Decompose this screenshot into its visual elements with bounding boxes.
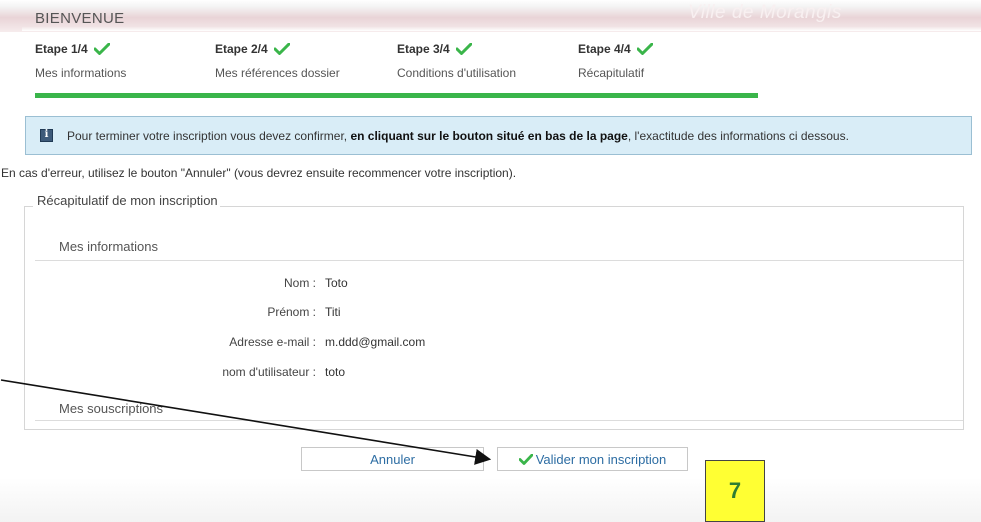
check-icon	[518, 453, 533, 465]
field-label-prenom: Prénom :	[267, 305, 316, 319]
validate-button[interactable]: Valider mon inscription	[497, 447, 688, 471]
step-3: Etape 3/4 Conditions d'utilisation	[397, 42, 516, 80]
check-icon	[273, 43, 290, 55]
step-4-subtitle: Récapitulatif	[578, 66, 645, 80]
field-value-username: toto	[325, 365, 346, 379]
page-title: BIENVENUE	[35, 10, 125, 27]
progress-bar	[35, 93, 758, 98]
field-label-username: nom d'utilisateur :	[222, 365, 316, 379]
check-icon	[93, 43, 110, 55]
cancel-button[interactable]: Annuler	[301, 447, 484, 471]
step-4: Etape 4/4 Récapitulatif	[578, 42, 653, 80]
footer-band	[0, 478, 981, 522]
step-2-subtitle: Mes références dossier	[215, 66, 340, 80]
wizard-steps: Etape 1/4 Mes informations Etape 2/4 Mes…	[35, 42, 775, 82]
section-divider	[35, 260, 963, 261]
step-1-subtitle: Mes informations	[35, 66, 127, 80]
step-3-subtitle: Conditions d'utilisation	[397, 66, 517, 80]
section-title-subscriptions: Mes souscriptions	[59, 401, 164, 416]
step-3-title: Etape 3/4	[397, 42, 450, 56]
step-2-title: Etape 2/4	[215, 42, 268, 56]
info-text: Pour terminer votre inscription vous dev…	[67, 128, 849, 143]
step-callout-badge: 7	[705, 460, 765, 522]
field-value-nom: Toto	[325, 276, 348, 290]
step-1: Etape 1/4 Mes informations	[35, 42, 126, 80]
recap-legend: Récapitulatif de mon inscription	[33, 193, 220, 208]
field-value-prenom: Titi	[325, 305, 341, 319]
step-2: Etape 2/4 Mes références dossier	[215, 42, 340, 80]
check-icon	[636, 43, 653, 55]
brand-logo-text: Ville de Morangis	[688, 2, 842, 23]
field-label-email: Adresse e-mail :	[229, 335, 316, 349]
step-4-title: Etape 4/4	[578, 42, 631, 56]
check-icon	[455, 43, 472, 55]
section-divider	[35, 420, 963, 421]
section-title-infos: Mes informations	[59, 239, 158, 254]
error-note: En cas d'erreur, utilisez le bouton "Ann…	[1, 166, 517, 180]
field-label-nom: Nom :	[283, 276, 316, 290]
field-value-email: m.ddd@gmail.com	[325, 335, 426, 349]
info-icon: i	[40, 129, 53, 142]
step-1-title: Etape 1/4	[35, 42, 88, 56]
info-message: i Pour terminer votre inscription vous d…	[25, 116, 972, 155]
validate-button-label: Valider mon inscription	[535, 451, 667, 467]
